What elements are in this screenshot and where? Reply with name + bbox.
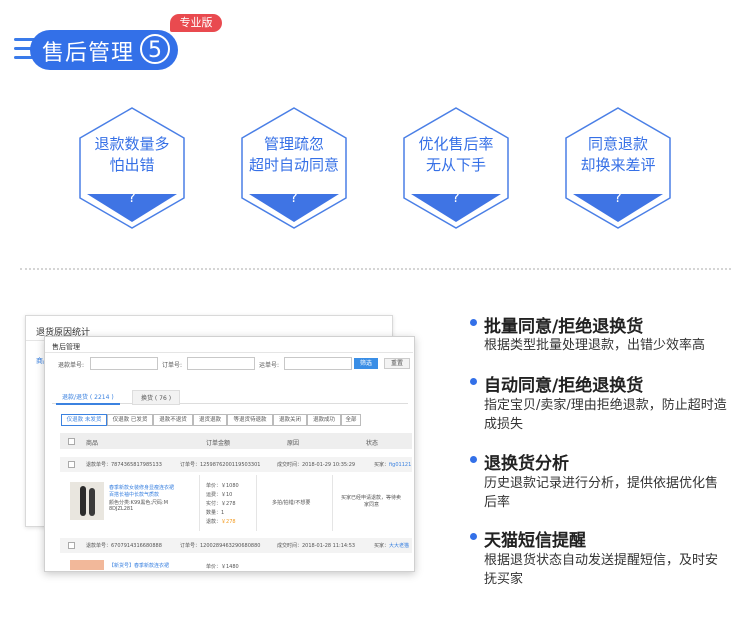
row-order-no: 订单号：1259876200119503301 xyxy=(180,462,261,468)
column-product: 商品 xyxy=(86,440,99,447)
section-number: 5 xyxy=(140,34,170,64)
row-buyer: 买家：fig01121 xyxy=(374,461,411,468)
chip-refund-success[interactable]: 退款成功 xyxy=(307,414,341,426)
cell-divider xyxy=(256,475,257,531)
buyer-label: 买家： xyxy=(374,462,390,468)
chip-return-refund[interactable]: 退货退款 xyxy=(193,414,227,426)
row-deal-time: 成交时间：2018-01-28 11:14:53 xyxy=(277,543,356,549)
product-spec: 颜色分类:K99黑色;尺码:M xyxy=(109,500,169,506)
question-mark: ? xyxy=(290,190,298,206)
chip-all[interactable]: 全部 xyxy=(341,414,361,426)
buyer-link[interactable]: fig01121 xyxy=(389,462,411,468)
product-thumbnail xyxy=(70,560,104,570)
bullet-dot xyxy=(470,319,477,326)
hexagon-line1: 管理疏忽 xyxy=(263,135,324,153)
hexagon-line2: 却换来差评 xyxy=(580,156,656,174)
page-title: 售后管理 xyxy=(42,41,135,66)
buyer-label: 买家： xyxy=(374,543,390,549)
reset-button[interactable]: 重置 xyxy=(384,358,410,369)
bullet-dot xyxy=(470,456,477,463)
buyer-link[interactable]: 大大老猫 xyxy=(389,543,409,549)
bullet-dot xyxy=(470,533,477,540)
hexagon-card-4: 同意退款却换来差评 ? xyxy=(562,104,674,232)
product-thumbnail xyxy=(70,482,104,520)
row-refund-no: 退款单号：6707914316680888 xyxy=(86,543,162,549)
table-header xyxy=(60,433,412,449)
hexagon-card-2: 管理疏忽超时自动同意 ? xyxy=(238,104,350,232)
order-no-label: 订单号: xyxy=(162,362,183,369)
unit-price: 单价：￥1080 xyxy=(206,483,239,489)
filter-button[interactable]: 筛选 xyxy=(354,358,378,369)
aftersale-window-title: 售后管理 xyxy=(52,343,80,351)
feature-desc-batch: 根据类型批量处理退款，出错少效率高 xyxy=(484,338,706,353)
feature-title-sms: 天猫短信提醒 xyxy=(484,531,586,551)
question-mark: ? xyxy=(614,190,622,206)
row-buyer: 买家：大大老猫 xyxy=(374,542,409,549)
quantity: 数量：1 xyxy=(206,510,225,516)
chip-refund-closed[interactable]: 退款关闭 xyxy=(273,414,307,426)
shipping-fee: 运费：￥10 xyxy=(206,492,233,498)
hexagon-line1: 退款数量多 xyxy=(94,135,170,153)
question-mark: ? xyxy=(128,190,136,206)
chip-refund-shipped[interactable]: 仅退款 已发货 xyxy=(107,414,153,426)
hexagon-line2: 超时自动同意 xyxy=(248,156,339,174)
refund-amount-value: ￥278 xyxy=(221,519,236,525)
chip-refund-unshipped[interactable]: 仅退款 未发货 xyxy=(61,414,107,426)
refund-no-input[interactable] xyxy=(90,357,158,370)
aftersale-window xyxy=(44,336,415,572)
hexagon-line2: 怕出错 xyxy=(109,156,155,174)
feature-title-batch: 批量同意/拒绝退换货 xyxy=(484,317,644,337)
product-title[interactable]: 【新货号】春季新款连衣裙 xyxy=(109,562,169,569)
refund-status-line1: 买家已经申请退款，等待卖 xyxy=(341,495,402,501)
hexagon-card-1: 退款数量多怕出错 ? xyxy=(76,104,188,232)
column-status: 状态 xyxy=(366,440,379,447)
window-divider xyxy=(45,352,413,353)
feature-desc-sms: 根据退货状态自动发送提醒短信，及时安抚买家 xyxy=(484,553,719,587)
product-code: 8DJZL281 xyxy=(109,506,134,512)
row-checkbox[interactable] xyxy=(68,542,75,549)
refund-amount-label: 退款： xyxy=(206,519,222,525)
refund-status-line2: 家同意 xyxy=(364,502,380,508)
column-reason: 原因 xyxy=(287,440,300,447)
hexagon-card-3: 优化售后率无从下手 ? xyxy=(400,104,512,232)
row-refund-no: 退款单号：7874365817985133 xyxy=(86,462,162,468)
unit-price: 单价：￥1480 xyxy=(206,564,239,570)
select-all-checkbox[interactable] xyxy=(68,438,75,445)
paid-amount: 实付：￥278 xyxy=(206,501,236,507)
waybill-no-input[interactable] xyxy=(284,357,352,370)
pro-badge: 专业版 xyxy=(170,14,222,32)
dotted-divider xyxy=(20,268,731,270)
hexagon-line2: 无从下手 xyxy=(425,156,486,174)
row-checkbox[interactable] xyxy=(68,461,75,468)
hexagon-line1: 优化售后率 xyxy=(418,135,494,153)
chip-refund-no-return[interactable]: 退款不退货 xyxy=(153,414,193,426)
feature-title-analysis: 退换货分析 xyxy=(484,454,569,474)
feature-desc-auto: 指定宝贝/卖家/理由拒绝退款，防止超时造成损失 xyxy=(484,398,727,432)
feature-desc-analysis: 历史退款记录进行分析，提供依据优化售后率 xyxy=(484,476,719,510)
chip-wait-return[interactable]: 等退货待退款 xyxy=(227,414,273,426)
bullet-dot xyxy=(470,378,477,385)
order-no-input[interactable] xyxy=(187,357,255,370)
refund-reason: 多拍/拍错/不想要 xyxy=(272,500,311,506)
cell-divider xyxy=(332,475,333,531)
tab-exchange[interactable]: 换货 ( 76 ) xyxy=(132,390,181,405)
product-title-line2[interactable]: 百搭长袖中长款气质款 xyxy=(109,491,159,498)
row-order-no: 订单号：1200289463290680880 xyxy=(180,543,261,549)
hexagon-line1: 同意退款 xyxy=(587,135,648,153)
refund-amount: 退款：￥278 xyxy=(206,518,236,525)
cell-divider xyxy=(199,475,200,531)
refund-no-label: 退款单号: xyxy=(58,362,85,369)
feature-title-auto: 自动同意/拒绝退换货 xyxy=(484,376,644,396)
row-deal-time: 成交时间：2018-01-29 10:35:29 xyxy=(277,462,356,468)
waybill-no-label: 运单号: xyxy=(259,362,280,369)
product-title[interactable]: 春季新款女装修身显瘦连衣裙 xyxy=(109,484,174,491)
tab-refund-return[interactable]: 退款/退货 ( 2214 ) xyxy=(56,390,120,405)
question-mark: ? xyxy=(452,190,460,206)
column-order-amount: 订单金额 xyxy=(206,440,231,447)
